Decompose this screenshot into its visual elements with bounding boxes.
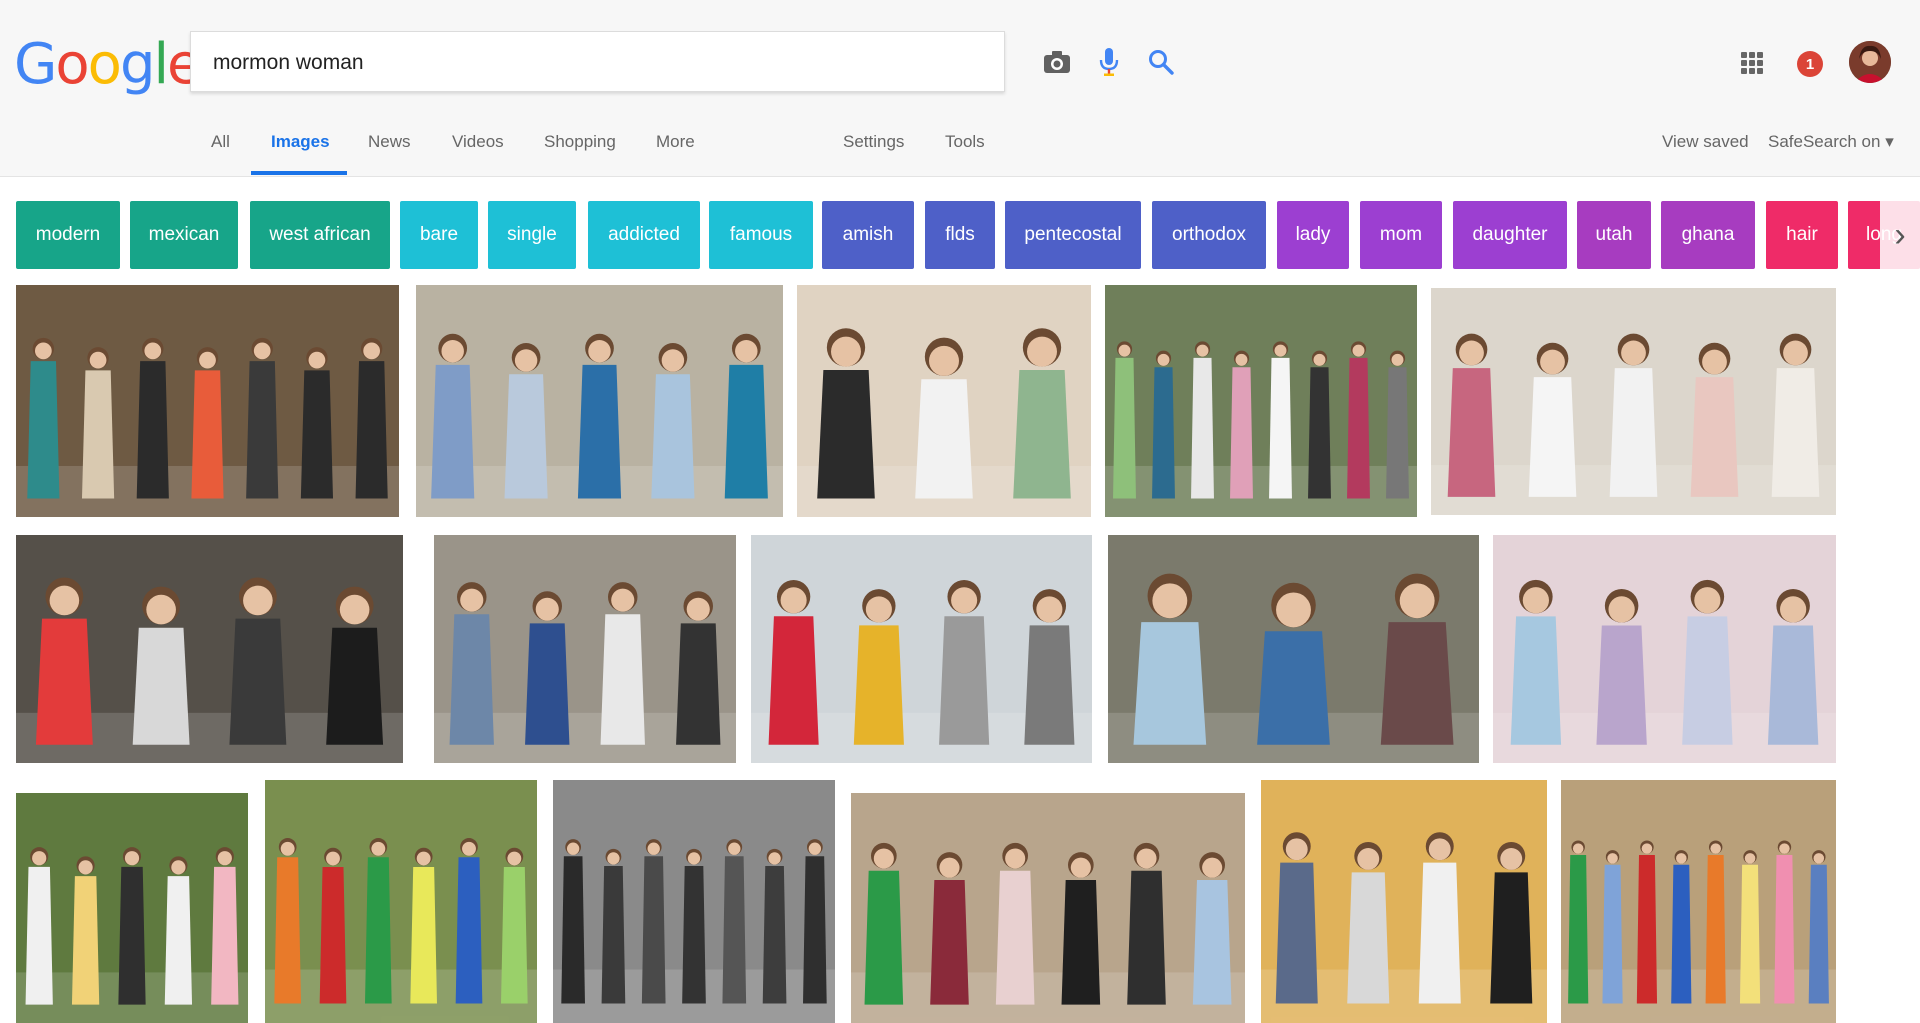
image-result-young-women-group-outdoor[interactable] — [1105, 285, 1417, 517]
image-results-grid — [0, 285, 1920, 1023]
tab-images[interactable]: Images — [271, 132, 330, 152]
tab-shopping[interactable]: Shopping — [544, 132, 616, 152]
tab-videos[interactable]: Videos — [452, 132, 504, 152]
tab-all[interactable]: All — [211, 132, 230, 152]
chip-west-african[interactable]: west african — [250, 201, 390, 269]
chip-flds[interactable]: flds — [925, 201, 995, 269]
tab-more[interactable]: More — [656, 132, 695, 152]
chip-famous[interactable]: famous — [709, 201, 813, 269]
avatar[interactable] — [1849, 41, 1891, 83]
tab-bar: All Images News Videos Shopping More Set… — [0, 118, 1920, 176]
image-result-women-against-stone-wall[interactable] — [851, 793, 1245, 1023]
image-result-women-in-pastel-dresses[interactable] — [1493, 535, 1836, 763]
chip-addicted[interactable]: addicted — [588, 201, 700, 269]
chip-orthodox[interactable]: orthodox — [1152, 201, 1266, 269]
chip-ghana[interactable]: ghana — [1661, 201, 1755, 269]
search-icon[interactable] — [1143, 44, 1179, 80]
image-result-sister-missionaries-smiling[interactable] — [16, 535, 403, 763]
chip-amish[interactable]: amish — [822, 201, 914, 269]
image-result-women-in-prairie-dresses[interactable] — [416, 285, 783, 517]
active-tab-underline — [251, 171, 347, 175]
header-bar: Google 1 — [0, 0, 1920, 177]
image-result-missionaries-at-door[interactable] — [1108, 535, 1479, 763]
tab-tools[interactable]: Tools — [945, 132, 985, 152]
image-result-missionary-group-portrait[interactable] — [16, 285, 399, 517]
search-input[interactable] — [211, 42, 815, 84]
chip-utah[interactable]: utah — [1577, 201, 1651, 269]
chevron-right-icon[interactable]: › — [1880, 201, 1920, 269]
related-search-chips: modern mexican west african bare single addic… — [0, 201, 1920, 269]
google-logo[interactable]: Google — [14, 30, 202, 100]
chip-mom[interactable]: mom — [1360, 201, 1442, 269]
image-result-large-family-outdoor[interactable] — [1561, 780, 1836, 1023]
chip-hair[interactable]: hair — [1766, 201, 1838, 269]
image-result-family-on-bench[interactable] — [265, 780, 537, 1023]
chip-pentecostal[interactable]: pentecostal — [1005, 201, 1141, 269]
view-saved-link[interactable]: View saved — [1662, 132, 1749, 152]
logo-letter: o — [55, 32, 89, 97]
camera-icon[interactable] — [1039, 44, 1075, 80]
image-result-family-formal-portrait[interactable] — [1261, 780, 1547, 1023]
image-result-women-walking-sidewalk[interactable] — [434, 535, 736, 763]
image-result-sister-missionaries-park[interactable] — [16, 793, 248, 1023]
tab-news[interactable]: News — [368, 132, 411, 152]
logo-letter: G — [14, 32, 57, 97]
chip-daughter[interactable]: daughter — [1453, 201, 1567, 269]
logo-letter: g — [119, 32, 156, 97]
chip-bare[interactable]: bare — [400, 201, 478, 269]
logo-letter: o — [87, 32, 122, 97]
image-result-women-seated-audience[interactable] — [1431, 288, 1836, 515]
logo-letter: l — [153, 32, 169, 97]
microphone-icon[interactable] — [1091, 44, 1127, 80]
chip-lady[interactable]: lady — [1277, 201, 1349, 269]
image-result-girls-walking-beach[interactable] — [751, 535, 1092, 763]
chip-modern[interactable]: modern — [16, 201, 120, 269]
tab-settings[interactable]: Settings — [843, 132, 904, 152]
apps-grid-icon[interactable] — [1741, 52, 1763, 74]
image-result-three-women-indoor[interactable] — [797, 285, 1091, 517]
safesearch-toggle[interactable]: SafeSearch on ▾ — [1768, 132, 1894, 152]
image-result-historic-women-photo[interactable] — [553, 780, 835, 1023]
notification-badge[interactable]: 1 — [1797, 51, 1823, 77]
chip-single[interactable]: single — [488, 201, 576, 269]
chip-mexican[interactable]: mexican — [130, 201, 238, 269]
search-box[interactable] — [190, 31, 1174, 92]
